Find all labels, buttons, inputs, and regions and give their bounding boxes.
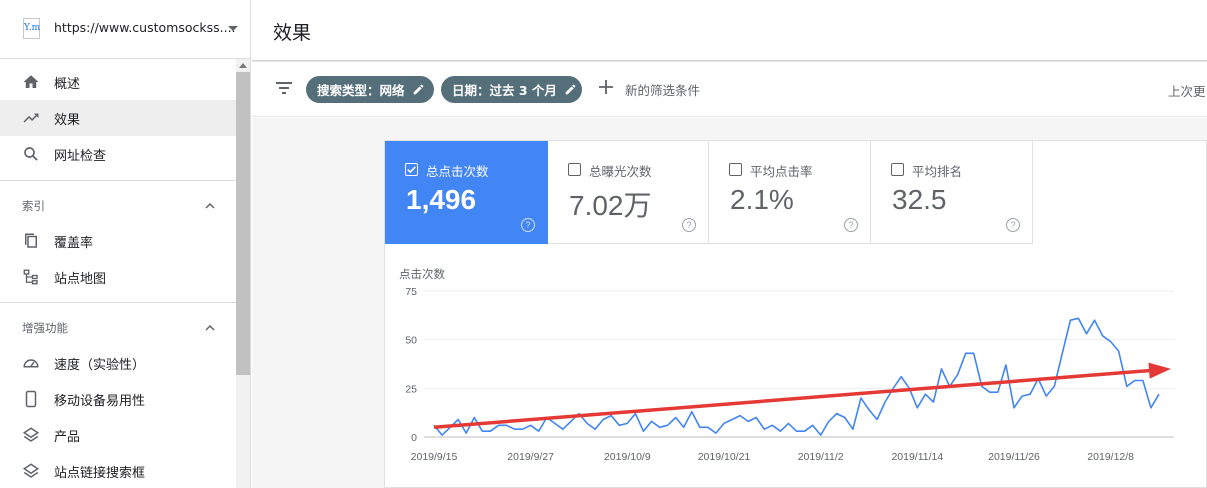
nav-label-coverage: 覆盖率 — [54, 235, 94, 251]
layers-icon — [22, 463, 40, 478]
clicks-line-chart: 点击次数 0 25 50 75 2019/9/15 2019/9/27 2019/10/9… — [399, 267, 1174, 463]
layers-icon — [22, 427, 40, 442]
y-tick-label: 50 — [405, 335, 417, 347]
speedometer-icon — [23, 359, 39, 368]
x-tick-label: 2019/11/14 — [891, 451, 943, 463]
home-icon — [23, 75, 39, 88]
nav-label-url-inspection: 网址检查 — [54, 148, 107, 164]
nav-label-overview: 概述 — [54, 76, 81, 92]
metric-total-impressions[interactable]: 总曝光次数 7.02万 ? — [548, 141, 709, 244]
nav-label-sitemaps: 站点地图 — [54, 271, 107, 287]
chevron-up-icon[interactable] — [205, 323, 215, 333]
filter-bar: 搜索类型：网络 日期：过去 3 个月 新的筛选条件 上次更 — [252, 62, 1207, 117]
last-updated-text: 上次更 — [1168, 84, 1206, 99]
metric-average-position[interactable]: 平均排名 32.5 ? — [871, 141, 1033, 244]
metric-label: 平均点击率 — [750, 164, 813, 179]
plus-icon[interactable] — [598, 79, 614, 95]
section-label-enhancements: 增强功能 — [22, 321, 68, 335]
help-icon[interactable]: ? — [844, 218, 858, 232]
section-label-index: 索引 — [22, 199, 45, 213]
nav-item-coverage[interactable]: 覆盖率 — [0, 223, 236, 259]
metric-value: 7.02万 — [569, 190, 652, 221]
nav-label-speed: 速度（实验性） — [54, 357, 146, 373]
trend-arrow-shaft — [433, 368, 1150, 430]
nav-item-products[interactable]: 产品 — [0, 417, 236, 453]
x-tick-label: 2019/9/15 — [411, 451, 458, 463]
checkbox-icon[interactable] — [568, 163, 581, 176]
nav-label-performance: 效果 — [54, 112, 81, 128]
page-title: 效果 — [273, 22, 312, 44]
filter-chip-label: 日期：过去 3 个月 — [452, 83, 557, 98]
filter-chip-label: 搜索类型：网络 — [317, 83, 405, 98]
help-icon[interactable]: ? — [521, 218, 535, 232]
trend-arrow-head — [1148, 362, 1171, 379]
scroll-up-arrow-icon[interactable] — [239, 63, 247, 68]
property-url: https://www.customsockss.... — [54, 20, 236, 35]
help-icon[interactable]: ? — [1006, 218, 1020, 232]
metric-total-clicks[interactable]: 总点击次数 1,496 ? — [385, 141, 548, 244]
metric-average-ctr[interactable]: 平均点击率 2.1% ? — [709, 141, 871, 244]
nav-item-url-inspection[interactable]: 网址检查 — [0, 136, 236, 172]
nav-item-speed[interactable]: 速度（实验性） — [0, 345, 236, 381]
x-tick-label: 2019/11/26 — [988, 451, 1040, 463]
filter-icon[interactable] — [275, 80, 293, 96]
nav-item-overview[interactable]: 概述 — [0, 64, 236, 100]
checkbox-icon[interactable] — [891, 163, 904, 176]
pencil-icon[interactable] — [412, 83, 425, 96]
nav-label-sitelinks-searchbox: 站点链接搜索框 — [54, 465, 146, 481]
property-favicon: Y.m — [23, 18, 40, 39]
metric-label: 总点击次数 — [426, 164, 489, 179]
x-tick-label: 2019/10/9 — [604, 451, 651, 463]
smartphone-icon — [25, 390, 37, 408]
search-icon — [24, 147, 38, 161]
checkbox-icon[interactable] — [729, 163, 742, 176]
x-tick-label: 2019/10/21 — [698, 451, 751, 463]
divider — [0, 302, 236, 303]
y-tick-label: 0 — [411, 432, 417, 444]
y-tick-label: 75 — [405, 286, 417, 298]
x-tick-label: 2019/12/8 — [1087, 451, 1134, 463]
x-tick-label: 2019/11/2 — [798, 451, 844, 463]
property-selector[interactable]: Y.m https://www.customsockss.... — [0, 0, 250, 59]
trending-up-icon — [23, 113, 39, 123]
nav-label-mobile-usability: 移动设备易用性 — [54, 393, 146, 409]
pencil-icon[interactable] — [564, 83, 577, 96]
add-filter-button[interactable]: 新的筛选条件 — [625, 80, 700, 99]
nav-item-sitemaps[interactable]: 站点地图 — [0, 259, 236, 295]
chevron-down-icon[interactable] — [228, 26, 238, 31]
x-tick-label: 2019/9/27 — [507, 451, 554, 463]
nav-label-products: 产品 — [54, 429, 81, 445]
sidebar: Y.m https://www.customsockss.... 概述 效果 网… — [0, 0, 251, 488]
checkbox-checked-icon[interactable] — [405, 163, 418, 176]
filter-chip-search-type[interactable]: 搜索类型：网络 — [306, 76, 434, 103]
chevron-up-icon[interactable] — [205, 201, 215, 211]
nav-item-performance[interactable]: 效果 — [0, 100, 236, 136]
nav-item-mobile-usability[interactable]: 移动设备易用性 — [0, 381, 236, 417]
y-tick-label: 25 — [405, 383, 417, 395]
divider — [0, 180, 236, 181]
metric-value: 2.1% — [730, 184, 794, 215]
sitemap-icon — [23, 269, 38, 285]
copy-icon — [25, 233, 37, 248]
nav-item-sitelinks-searchbox[interactable]: 站点链接搜索框 — [0, 453, 236, 488]
metric-label: 总曝光次数 — [589, 164, 652, 179]
filter-chip-date[interactable]: 日期：过去 3 个月 — [441, 76, 582, 103]
help-icon[interactable]: ? — [682, 218, 696, 232]
metric-label: 平均排名 — [912, 164, 963, 179]
metric-value: 32.5 — [892, 184, 947, 215]
chart-ylabel: 点击次数 — [399, 267, 445, 281]
metric-value: 1,496 — [406, 184, 477, 215]
sidebar-scrollbar-thumb[interactable] — [236, 72, 250, 375]
header: 效果 — [252, 0, 1207, 60]
